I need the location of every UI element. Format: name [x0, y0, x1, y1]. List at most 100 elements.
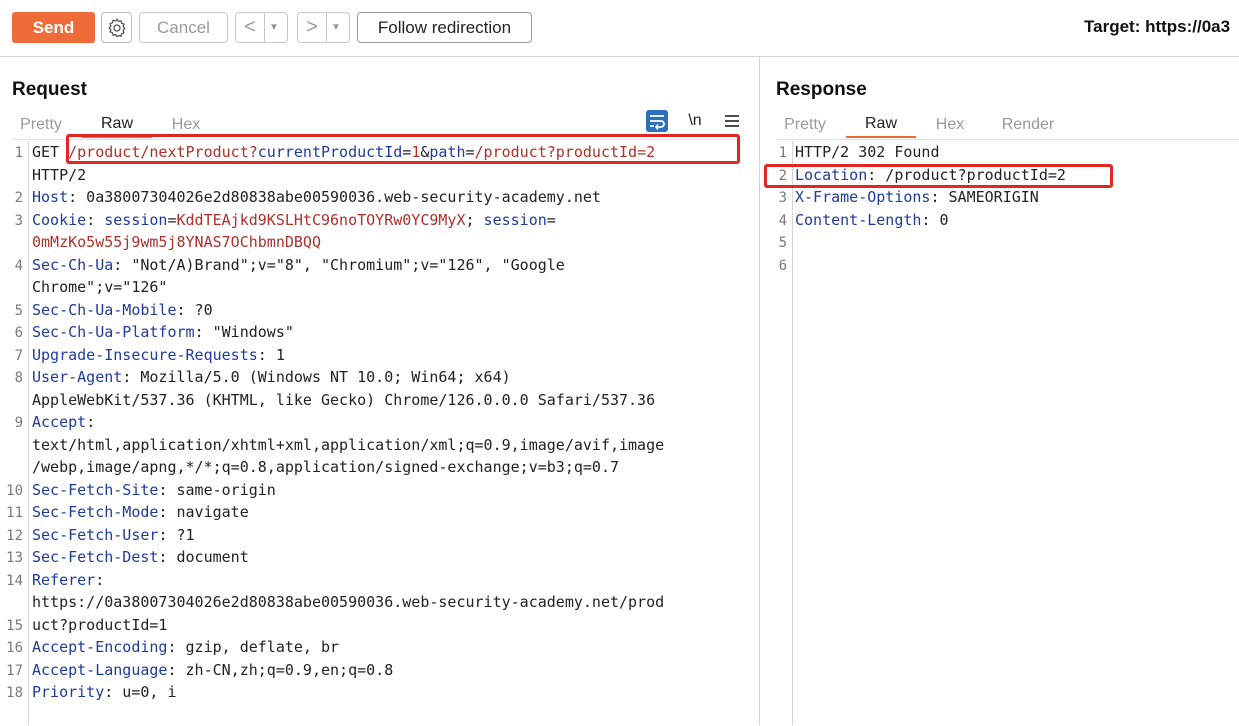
options-menu-button[interactable]: [722, 110, 742, 132]
text-token: : navigate: [158, 503, 248, 521]
cancel-button[interactable]: Cancel: [139, 12, 228, 43]
request-tab-pretty[interactable]: Pretty: [12, 112, 70, 138]
header-key: Accept-Encoding: [32, 638, 167, 656]
code-line[interactable]: Sec-Fetch-Mode: navigate: [32, 501, 664, 524]
code-line[interactable]: https://0a38007304026e2d80838abe00590036…: [32, 591, 664, 614]
code-line[interactable]: Accept:: [32, 411, 664, 434]
code-line[interactable]: AppleWebKit/537.36 (KHTML, like Gecko) C…: [32, 389, 664, 412]
header-key: session: [484, 211, 547, 229]
request-editor[interactable]: 123456789101112131415161718 GET /product…: [0, 141, 759, 725]
header-key: Sec-Fetch-User: [32, 526, 158, 544]
code-line[interactable]: Referer:: [32, 569, 664, 592]
request-code[interactable]: GET /product/nextProduct?currentProductI…: [32, 141, 664, 726]
back-button[interactable]: <: [236, 16, 264, 39]
line-number: 6: [0, 325, 23, 341]
code-line[interactable]: /webp,image/apng,*/*;q=0.8,application/s…: [32, 456, 664, 479]
wrap-lines-button[interactable]: [645, 110, 669, 132]
text-token: : 0: [921, 211, 948, 229]
line-number: 2: [0, 190, 23, 206]
code-line[interactable]: X-Frame-Options: SAMEORIGIN: [795, 186, 1066, 209]
code-line[interactable]: ​: [795, 254, 1066, 277]
line-number: 10: [0, 483, 23, 499]
forward-history-dropdown[interactable]: ▼: [326, 13, 345, 42]
response-code[interactable]: HTTP/2 302 FoundLocation: /product?produ…: [795, 141, 1066, 276]
target-label: Target: https://0a3: [1084, 17, 1230, 37]
code-line[interactable]: HTTP/2: [32, 164, 664, 187]
response-gutter: [760, 141, 793, 725]
text-token: =: [547, 211, 556, 229]
line-number: 1: [0, 145, 23, 161]
text-token: :: [86, 413, 95, 431]
text-token: : ?0: [177, 301, 213, 319]
text-token: HTTP/2: [32, 166, 86, 184]
header-key: Cookie: [32, 211, 86, 229]
code-line[interactable]: Sec-Ch-Ua-Platform: "Windows": [32, 321, 664, 344]
code-line[interactable]: Sec-Fetch-Dest: document: [32, 546, 664, 569]
code-line[interactable]: Sec-Fetch-Site: same-origin: [32, 479, 664, 502]
code-line[interactable]: Cookie: session=KddTEAjkd9KSLHtC96noTOYR…: [32, 209, 664, 232]
header-key: Sec-Fetch-Mode: [32, 503, 158, 521]
follow-redirection-button[interactable]: Follow redirection: [357, 12, 532, 43]
code-line[interactable]: ​: [795, 231, 1066, 254]
line-number: 11: [0, 505, 23, 521]
text-token: : 0a38007304026e2d80838abe00590036.web-s…: [68, 188, 601, 206]
code-line[interactable]: Sec-Ch-Ua-Mobile: ?0: [32, 299, 664, 322]
text-token: : gzip, deflate, br: [167, 638, 339, 656]
response-tab-underline: [776, 139, 1239, 140]
response-tab-render[interactable]: Render: [994, 112, 1062, 138]
response-tab-pretty[interactable]: Pretty: [776, 112, 834, 138]
send-button[interactable]: Send: [12, 12, 95, 43]
code-line[interactable]: text/html,application/xhtml+xml,applicat…: [32, 434, 664, 457]
code-line[interactable]: Accept-Language: zh-CN,zh;q=0.9,en;q=0.8: [32, 659, 664, 682]
text-token: : Mozilla/5.0 (Windows NT 10.0; Win64; x…: [122, 368, 510, 386]
forward-button[interactable]: >: [298, 16, 326, 39]
code-line[interactable]: uct?productId=1: [32, 614, 664, 637]
back-history-dropdown[interactable]: ▼: [264, 13, 283, 42]
line-number: 12: [0, 528, 23, 544]
code-line[interactable]: HTTP/2 302 Found: [795, 141, 1066, 164]
code-line[interactable]: Priority: u=0, i: [32, 681, 664, 704]
text-token: /webp,image/apng,*/*;q=0.8,application/s…: [32, 458, 619, 476]
response-tab-hex[interactable]: Hex: [926, 112, 974, 138]
code-line[interactable]: ​: [32, 704, 664, 726]
line-number: 5: [0, 303, 23, 319]
menu-icon: [724, 114, 740, 128]
line-number: 3: [0, 213, 23, 229]
code-line[interactable]: Accept-Encoding: gzip, deflate, br: [32, 636, 664, 659]
forward-button-group: > ▼: [297, 12, 350, 43]
code-line[interactable]: Sec-Ch-Ua: "Not/A)Brand";v="8", "Chromiu…: [32, 254, 664, 277]
header-key: Sec-Ch-Ua-Platform: [32, 323, 195, 341]
settings-button[interactable]: [101, 12, 132, 43]
code-line[interactable]: User-Agent: Mozilla/5.0 (Windows NT 10.0…: [32, 366, 664, 389]
response-editor[interactable]: 123456 HTTP/2 302 FoundLocation: /produc…: [760, 141, 1239, 725]
code-line[interactable]: Chrome";v="126": [32, 276, 664, 299]
line-number: 4: [0, 258, 23, 274]
line-number: 16: [0, 640, 23, 656]
text-token: text/html,application/xhtml+xml,applicat…: [32, 436, 664, 454]
text-token: : SAMEORIGIN: [930, 188, 1038, 206]
text-token: :: [95, 571, 104, 589]
response-title: Response: [776, 79, 867, 101]
code-line[interactable]: Sec-Fetch-User: ?1: [32, 524, 664, 547]
code-line[interactable]: Upgrade-Insecure-Requests: 1: [32, 344, 664, 367]
value-token: KddTEAjkd9KSLHtC96noTOYRw0YC9MyX: [177, 211, 466, 229]
code-line[interactable]: 0mMzKo5w55j9wm5j8YNAS7OChbmnDBQQ: [32, 231, 664, 254]
line-number: 8: [0, 370, 23, 386]
value-token: 0mMzKo5w55j9wm5j8YNAS7OChbmnDBQQ: [32, 233, 321, 251]
newline-toggle-button[interactable]: \n: [684, 110, 706, 132]
header-key: Host: [32, 188, 68, 206]
back-button-group: < ▼: [235, 12, 288, 43]
line-number: 5: [760, 235, 787, 251]
line-number: 13: [0, 550, 23, 566]
response-line-highlight: [764, 164, 1113, 188]
code-line[interactable]: Content-Length: 0: [795, 209, 1066, 232]
header-key: session: [104, 211, 167, 229]
text-token: : "Not/A)Brand";v="8", "Chromium";v="126…: [113, 256, 565, 274]
code-line[interactable]: Host: 0a38007304026e2d80838abe00590036.w…: [32, 186, 664, 209]
response-tab-raw[interactable]: Raw: [846, 112, 916, 138]
line-number: 15: [0, 618, 23, 634]
text-token: Chrome";v="126": [32, 278, 167, 296]
text-token: : same-origin: [158, 481, 275, 499]
text-token: : u=0, i: [104, 683, 176, 701]
text-token: : ?1: [158, 526, 194, 544]
